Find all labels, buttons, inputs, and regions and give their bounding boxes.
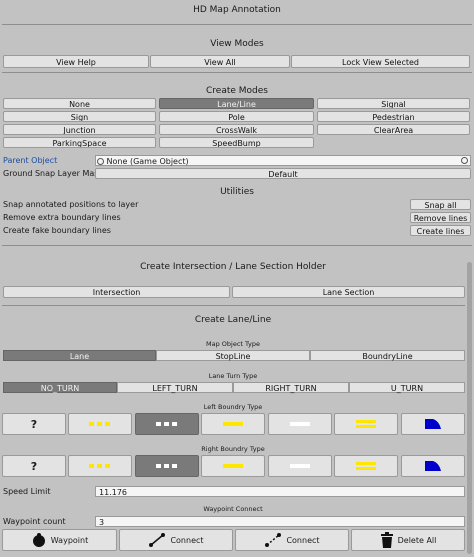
left-boundry-solid-white[interactable] xyxy=(268,413,332,435)
connect-dotted-button[interactable]: Connect xyxy=(235,529,349,551)
turn-type-no-turn[interactable]: NO_TURN xyxy=(3,382,117,393)
dashed-white-icon xyxy=(156,422,177,426)
mode-cleararea-button[interactable]: ClearArea xyxy=(317,124,470,135)
remove-lines-button[interactable]: Remove lines xyxy=(410,212,471,223)
dashed-yellow-icon xyxy=(89,422,110,426)
waypoint-icon xyxy=(32,533,45,547)
snap-all-button[interactable]: Snap all xyxy=(410,199,471,210)
intersection-heading: Create Intersection / Lane Section Holde… xyxy=(140,262,326,272)
connect-line-icon xyxy=(149,533,166,547)
delete-all-button-label: Delete All xyxy=(397,535,437,545)
speed-limit-label: Speed Limit xyxy=(3,487,51,496)
unknown-icon: ? xyxy=(30,417,38,431)
parent-object-value: None (Game Object) xyxy=(106,157,189,166)
mode-pedestrian-button[interactable]: Pedestrian xyxy=(317,111,470,122)
utility-label: Snap annotated positions to layer xyxy=(3,200,139,209)
waypoint-connect-label: Waypoint Connect xyxy=(203,505,263,513)
right-boundry-solid-yellow[interactable] xyxy=(201,455,265,477)
lane-section-button[interactable]: Lane Section xyxy=(232,286,465,298)
divider xyxy=(2,72,472,73)
solid-yellow-icon xyxy=(223,422,243,426)
curb-icon xyxy=(425,419,441,429)
connect-button-label: Connect xyxy=(170,535,204,545)
right-boundry-double-yellow[interactable] xyxy=(334,455,398,477)
trash-icon xyxy=(380,532,393,548)
connect-dotted-button-label: Connect xyxy=(286,535,320,545)
left-boundry-dashed-white[interactable] xyxy=(135,413,199,435)
mode-pole-button[interactable]: Pole xyxy=(159,111,314,122)
right-boundry-curb[interactable] xyxy=(401,455,465,477)
left-boundry-dashed-yellow[interactable] xyxy=(68,413,132,435)
solid-white-icon xyxy=(290,464,310,468)
left-boundry-solid-yellow[interactable] xyxy=(201,413,265,435)
mode-none-button[interactable]: None xyxy=(3,98,156,109)
right-boundry-unknown[interactable]: ? xyxy=(2,455,66,477)
double-yellow-icon xyxy=(356,420,376,428)
utilities-heading: Utilities xyxy=(220,187,254,197)
curb-icon xyxy=(425,461,441,471)
view-modes-heading: View Modes xyxy=(210,39,264,49)
mode-lane-line-button[interactable]: Lane/Line xyxy=(159,98,314,109)
delete-all-button[interactable]: Delete All xyxy=(351,529,465,551)
map-object-type-boundryline[interactable]: BoundryLine xyxy=(310,350,465,361)
parent-object-label: Parent Object xyxy=(3,156,58,165)
waypoint-count-input[interactable]: 3 xyxy=(95,516,465,527)
right-boundry-dashed-white[interactable] xyxy=(135,455,199,477)
create-modes-heading: Create Modes xyxy=(206,86,268,96)
unknown-icon: ? xyxy=(30,459,38,473)
speed-limit-input[interactable]: 11.176 xyxy=(95,486,465,497)
turn-type-u-turn[interactable]: U_TURN xyxy=(349,382,465,393)
solid-white-icon xyxy=(290,422,310,426)
lock-view-selected-button[interactable]: Lock View Selected xyxy=(291,55,470,68)
view-help-button[interactable]: View Help xyxy=(3,55,149,68)
utility-label: Create fake boundary lines xyxy=(3,226,111,235)
left-boundry-type-label: Left Boundry Type xyxy=(203,403,263,411)
waypoint-button-label: Waypoint xyxy=(50,535,89,545)
mode-sign-button[interactable]: Sign xyxy=(3,111,156,122)
solid-yellow-icon xyxy=(223,464,243,468)
turn-type-right-turn[interactable]: RIGHT_TURN xyxy=(233,382,349,393)
scrollbar-thumb[interactable] xyxy=(467,262,472,554)
lane-turn-type-label: Lane Turn Type xyxy=(208,372,258,380)
divider xyxy=(2,305,465,306)
divider xyxy=(2,24,472,25)
map-object-type-lane[interactable]: Lane xyxy=(3,350,156,361)
window-title: HD Map Annotation xyxy=(193,5,281,15)
dashed-yellow-icon xyxy=(89,464,110,468)
connect-button[interactable]: Connect xyxy=(119,529,233,551)
waypoint-count-label: Waypoint count xyxy=(3,517,66,526)
create-lines-button[interactable]: Create lines xyxy=(410,225,471,236)
ground-snap-dropdown[interactable]: Default xyxy=(95,168,471,179)
parent-object-field[interactable]: None (Game Object) xyxy=(95,155,471,166)
right-boundry-dashed-yellow[interactable] xyxy=(68,455,132,477)
view-all-button[interactable]: View All xyxy=(150,55,290,68)
right-boundry-type-label: Right Boundry Type xyxy=(201,445,265,453)
lane-line-heading: Create Lane/Line xyxy=(194,315,272,325)
mode-signal-button[interactable]: Signal xyxy=(317,98,470,109)
right-boundry-solid-white[interactable] xyxy=(268,455,332,477)
mode-crosswalk-button[interactable]: CrossWalk xyxy=(159,124,314,135)
ground-snap-label: Ground Snap Layer Mask xyxy=(3,169,104,178)
connect-dotted-icon xyxy=(265,533,282,547)
game-object-icon xyxy=(97,158,104,165)
left-boundry-unknown[interactable]: ? xyxy=(2,413,66,435)
left-boundry-curb[interactable] xyxy=(401,413,465,435)
mode-junction-button[interactable]: Junction xyxy=(3,124,156,135)
mode-parkingspace-button[interactable]: ParkingSpace xyxy=(3,137,156,148)
double-yellow-icon xyxy=(356,462,376,470)
map-object-type-stopline[interactable]: StopLine xyxy=(156,350,310,361)
mode-speedbump-button[interactable]: SpeedBump xyxy=(159,137,314,148)
object-picker-icon[interactable] xyxy=(461,157,468,164)
intersection-button[interactable]: Intersection xyxy=(3,286,230,298)
map-object-type-label: Map Object Type xyxy=(206,340,260,348)
left-boundry-double-yellow[interactable] xyxy=(334,413,398,435)
utility-label: Remove extra boundary lines xyxy=(3,213,121,222)
waypoint-button[interactable]: Waypoint xyxy=(2,529,117,551)
turn-type-left-turn[interactable]: LEFT_TURN xyxy=(117,382,233,393)
dashed-white-icon xyxy=(156,464,177,468)
divider xyxy=(2,245,472,246)
